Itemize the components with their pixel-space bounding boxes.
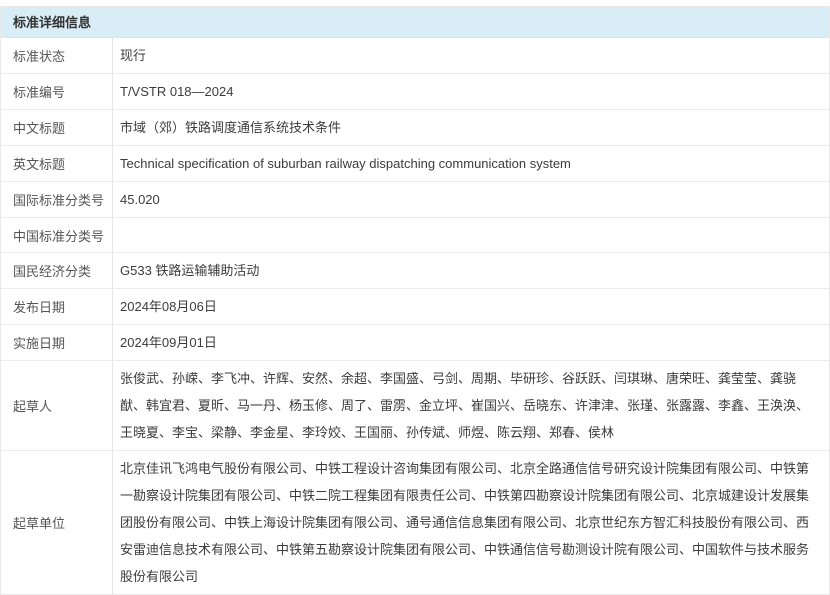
field-value: 2024年08月06日: [113, 289, 829, 324]
field-label: 起草人: [1, 361, 113, 450]
field-label: 发布日期: [1, 289, 113, 324]
row-english-title: 英文标题 Technical specification of suburban…: [1, 146, 829, 182]
panel-title: 标准详细信息: [1, 7, 829, 38]
field-label: 标准状态: [1, 38, 113, 73]
row-economic-classification: 国民经济分类 G533 铁路运输辅助活动: [1, 253, 829, 289]
row-ics-number: 国际标准分类号 45.020: [1, 182, 829, 218]
row-drafting-units: 起草单位 北京佳讯飞鸿电气股份有限公司、中铁工程设计咨询集团有限公司、北京全路通…: [1, 451, 829, 594]
row-publish-date: 发布日期 2024年08月06日: [1, 289, 829, 325]
row-implement-date: 实施日期 2024年09月01日: [1, 325, 829, 361]
field-label: 标准编号: [1, 74, 113, 109]
field-value: 45.020: [113, 182, 829, 217]
field-value: 现行: [113, 38, 829, 73]
row-standard-number: 标准编号 T/VSTR 018—2024: [1, 74, 829, 110]
field-label: 实施日期: [1, 325, 113, 360]
row-ccs-number: 中国标准分类号: [1, 218, 829, 253]
row-chinese-title: 中文标题 市域（郊）铁路调度通信系统技术条件: [1, 110, 829, 146]
field-value: 市域（郊）铁路调度通信系统技术条件: [113, 110, 829, 145]
field-label: 中文标题: [1, 110, 113, 145]
row-standard-status: 标准状态 现行: [1, 38, 829, 74]
row-drafters: 起草人 张俊武、孙嵘、李飞冲、许辉、安然、余超、李国盛、弓剑、周期、毕研珍、谷跃…: [1, 361, 829, 451]
field-value: 张俊武、孙嵘、李飞冲、许辉、安然、余超、李国盛、弓剑、周期、毕研珍、谷跃跃、闫琪…: [113, 361, 829, 450]
field-value: 2024年09月01日: [113, 325, 829, 360]
field-label: 国际标准分类号: [1, 182, 113, 217]
field-label: 国民经济分类: [1, 253, 113, 288]
field-label: 中国标准分类号: [1, 218, 113, 252]
field-value: Technical specification of suburban rail…: [113, 146, 829, 181]
field-label: 起草单位: [1, 451, 113, 594]
standard-detail-panel: 标准详细信息 标准状态 现行 标准编号 T/VSTR 018—2024 中文标题…: [0, 6, 830, 595]
field-value: G533 铁路运输辅助活动: [113, 253, 829, 288]
field-value: 北京佳讯飞鸿电气股份有限公司、中铁工程设计咨询集团有限公司、北京全路通信信号研究…: [113, 451, 829, 594]
field-label: 英文标题: [1, 146, 113, 181]
field-value: [113, 218, 829, 252]
field-value: T/VSTR 018—2024: [113, 74, 829, 109]
